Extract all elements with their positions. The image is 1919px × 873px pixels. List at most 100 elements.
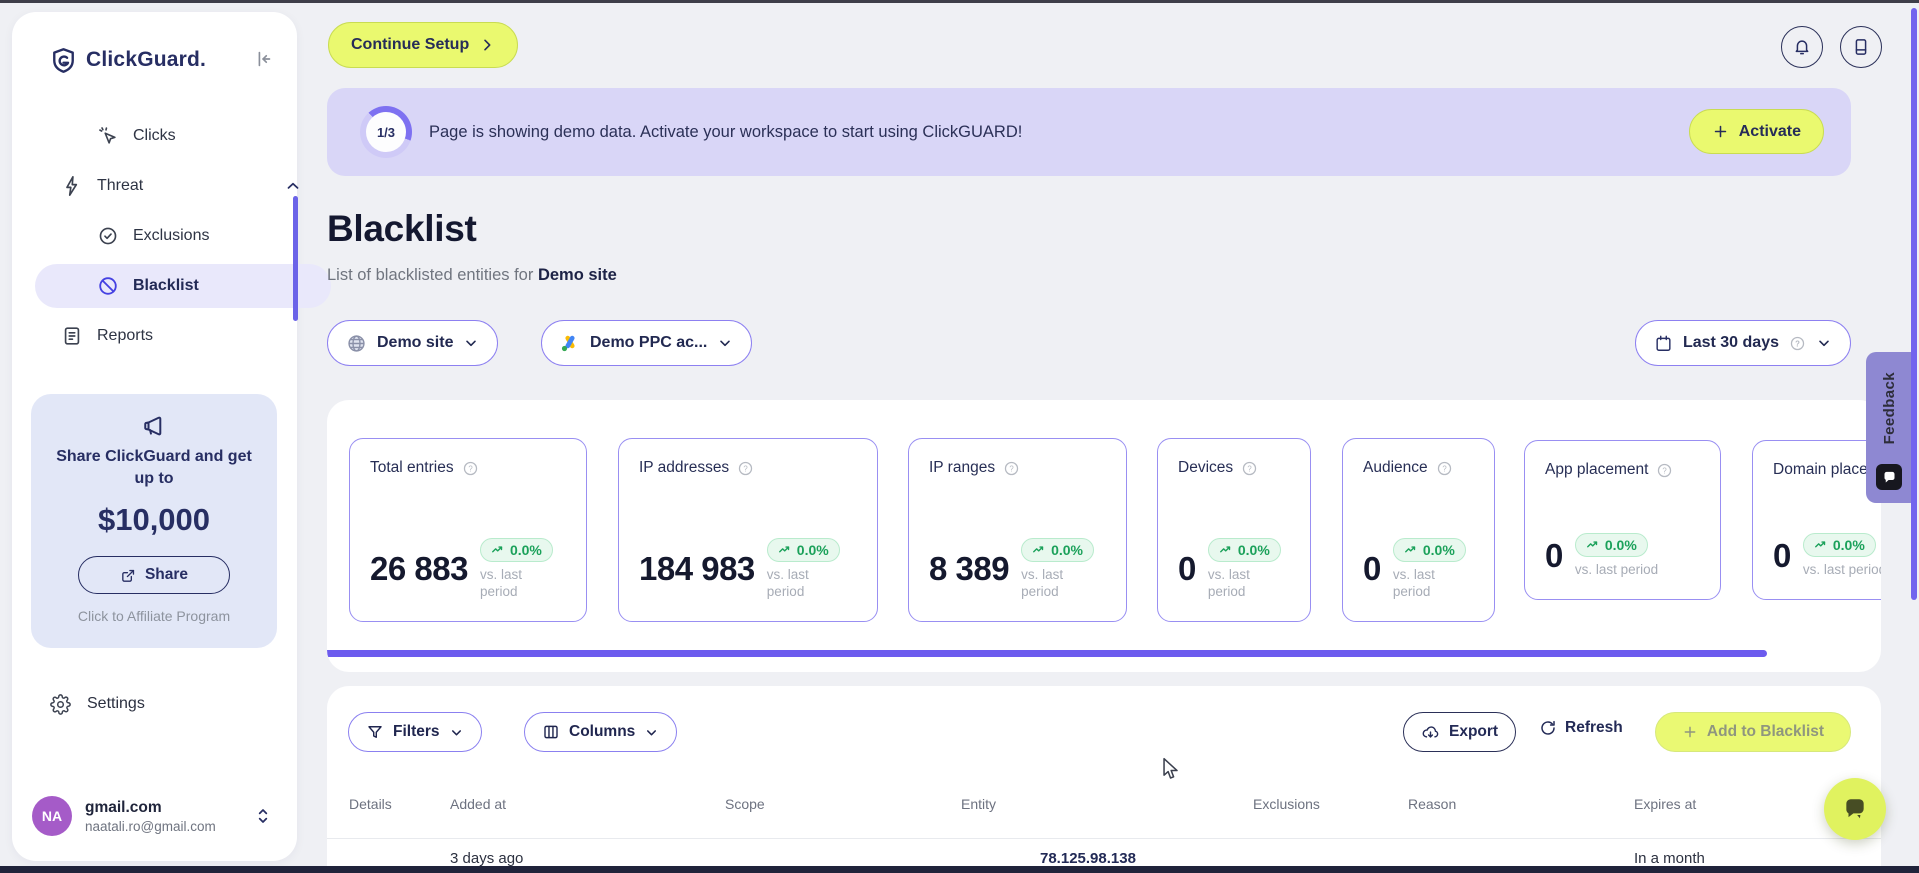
continue-setup-label: Continue Setup xyxy=(351,36,470,53)
sidebar-item-blacklist[interactable]: Blacklist xyxy=(35,264,331,308)
window-bottom-edge xyxy=(0,866,1919,873)
help-icon[interactable]: ? xyxy=(462,460,479,477)
filters-button[interactable]: Filters xyxy=(348,712,482,752)
notifications-button[interactable] xyxy=(1781,26,1823,68)
sidebar-item-label: Threat xyxy=(97,177,144,194)
plus-icon xyxy=(1712,123,1729,140)
delta-badge: 0.0% xyxy=(1392,537,1466,562)
account-switcher[interactable]: NA gmail.com naatali.ro@gmail.com xyxy=(32,788,277,844)
refresh-button[interactable]: Refresh xyxy=(1539,719,1623,737)
funnel-icon xyxy=(366,723,384,741)
col-header-reason[interactable]: Reason xyxy=(1408,796,1456,812)
stat-value: 0 xyxy=(1363,550,1381,588)
stat-label: Total entries xyxy=(370,459,454,476)
delta-value: 0.0% xyxy=(1237,541,1270,558)
add-to-blacklist-button[interactable]: Add to Blacklist xyxy=(1655,712,1851,752)
window-top-edge xyxy=(0,0,1919,3)
trend-up-icon xyxy=(778,546,789,553)
col-header-scope[interactable]: Scope xyxy=(725,796,765,812)
col-header-entity[interactable]: Entity xyxy=(961,796,996,812)
ppc-account-selector[interactable]: Demo PPC ac... xyxy=(541,320,753,366)
calendar-icon xyxy=(1654,334,1673,353)
chat-widget-button[interactable] xyxy=(1824,778,1886,840)
sidebar-item-settings[interactable]: Settings xyxy=(12,682,297,726)
trend-up-icon xyxy=(491,546,503,553)
stat-value: 8 389 xyxy=(929,550,1010,588)
sidebar-item-label: Reports xyxy=(97,327,154,344)
continue-setup-button[interactable]: Continue Setup xyxy=(328,22,519,68)
page-title: Blacklist xyxy=(327,208,477,249)
delta-value: 0.0% xyxy=(796,541,829,558)
col-header-added-at[interactable]: Added at xyxy=(450,796,506,812)
stat-value: 0 xyxy=(1178,550,1196,588)
columns-button[interactable]: Columns xyxy=(524,712,678,752)
col-header-details[interactable]: Details xyxy=(349,796,392,812)
megaphone-icon xyxy=(140,412,168,440)
delta-badge: 0.0% xyxy=(766,537,840,562)
setup-progress-value: 1/3 xyxy=(376,124,396,140)
book-icon xyxy=(1851,37,1871,57)
chevron-up-icon xyxy=(284,177,302,195)
cell-entity: 78.125.98.138 xyxy=(1040,850,1136,867)
affiliate-link-text[interactable]: Click to Affiliate Program xyxy=(31,608,277,624)
stat-value: 26 883 xyxy=(370,550,468,588)
stat-label: App placement xyxy=(1545,461,1649,478)
date-range-selector[interactable]: Last 30 days ? xyxy=(1634,320,1851,366)
col-header-expires-at[interactable]: Expires at xyxy=(1634,796,1696,812)
help-icon: ? xyxy=(1789,335,1806,352)
site-selector[interactable]: Demo site xyxy=(327,320,499,366)
delta-value: 0.0% xyxy=(1051,541,1084,558)
sidebar-collapse-icon[interactable] xyxy=(253,48,275,70)
chevron-down-icon xyxy=(717,335,733,351)
promo-text: Share ClickGuard and get up to xyxy=(56,448,252,487)
help-icon[interactable]: ? xyxy=(737,460,754,477)
vs-last-period: vs. last period xyxy=(1021,566,1064,600)
svg-text:?: ? xyxy=(1795,339,1800,348)
brand-shield-icon xyxy=(50,47,77,74)
brand-name: ClickGuard. xyxy=(86,48,207,71)
sidebar-scrollbar[interactable] xyxy=(293,196,298,321)
feedback-tab[interactable]: Feedback xyxy=(1866,352,1912,503)
chevron-down-icon xyxy=(449,725,464,740)
affiliate-promo-card[interactable]: Share ClickGuard and get up to $10,000 S… xyxy=(31,394,277,648)
sort-chevrons-icon xyxy=(255,807,271,825)
cloud-download-icon xyxy=(1421,723,1440,742)
stats-horizontal-scrollbar[interactable] xyxy=(327,650,1767,657)
page-subtitle-text: List of blacklisted entities for xyxy=(327,266,534,284)
share-button[interactable]: Share xyxy=(78,556,230,594)
stat-value: 0 xyxy=(1773,537,1791,575)
col-header-exclusions[interactable]: Exclusions xyxy=(1253,796,1320,812)
brand: ClickGuard. xyxy=(12,40,297,80)
stats-panel: Total entries ? 26 883 0.0% vs. last per… xyxy=(327,400,1881,672)
activate-button[interactable]: Activate xyxy=(1688,109,1824,154)
app-root: ClickGuard. Clicks Threat Exclusions Bla… xyxy=(0,0,1919,873)
docs-button[interactable] xyxy=(1840,26,1882,68)
stat-value: 0 xyxy=(1545,537,1563,575)
stat-label: Domain placement xyxy=(1773,461,1881,478)
chevron-down-icon xyxy=(644,725,659,740)
help-icon[interactable]: ? xyxy=(1436,460,1453,477)
help-icon[interactable]: ? xyxy=(1241,460,1258,477)
delta-badge: 0.0% xyxy=(1574,533,1648,558)
settings-label: Settings xyxy=(87,695,145,712)
delta-badge: 0.0% xyxy=(479,537,553,562)
site-selector-value: Demo site xyxy=(377,334,454,351)
refresh-label: Refresh xyxy=(1565,719,1623,736)
help-icon[interactable]: ? xyxy=(1003,460,1020,477)
badge-check-icon xyxy=(97,225,119,247)
cell-expires-at: In a month xyxy=(1634,850,1705,867)
trend-up-icon xyxy=(1219,546,1231,553)
bell-icon xyxy=(1792,37,1812,57)
delta-value: 0.0% xyxy=(509,541,542,558)
export-button[interactable]: Export xyxy=(1403,712,1517,752)
feedback-label: Feedback xyxy=(1880,371,1898,445)
account-name: gmail.com xyxy=(85,798,162,816)
stat-card-ip-addresses: IP addresses ? 184 983 0.0% vs. last per… xyxy=(618,438,878,622)
page-vertical-scrollbar[interactable] xyxy=(1911,8,1917,600)
vs-last-period: vs. last period xyxy=(1207,566,1250,600)
trend-up-icon xyxy=(1586,541,1598,548)
table-header-row: Details Added at Scope Entity Exclusions… xyxy=(327,796,1881,820)
stat-label: IP addresses xyxy=(639,459,730,476)
ppc-account-value: Demo PPC ac... xyxy=(590,334,708,351)
help-icon[interactable]: ? xyxy=(1656,462,1673,479)
